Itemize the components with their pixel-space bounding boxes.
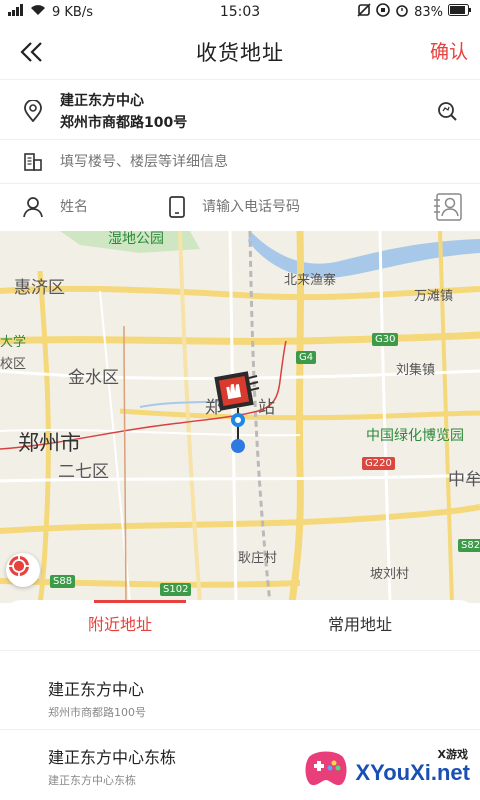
list-item[interactable]: 建正东方中心 郑州市商都路100号 (0, 662, 480, 730)
tabs: 附近地址 常用地址 (0, 600, 480, 650)
map-label-daxue: 大学 (0, 335, 27, 350)
pin-marker-icon (214, 371, 260, 453)
map-label-huiji: 惠济区 (14, 278, 65, 298)
search-icon (438, 102, 457, 121)
road-sign-g30: G30 (372, 333, 399, 346)
status-time: 15:03 (219, 4, 261, 20)
contact-row (0, 184, 480, 230)
status-right: 83% (302, 3, 472, 21)
lock-rotation-icon (376, 3, 390, 21)
locate-button[interactable] (6, 553, 40, 587)
map-label-genzhuang: 耿庄村 (238, 551, 278, 566)
road-sign-g4: G4 (296, 351, 317, 364)
tab-frequent[interactable]: 常用地址 (240, 600, 480, 650)
road-sign-g220: G220 (362, 457, 395, 470)
contact-book-icon (434, 193, 462, 221)
map-label-erqi: 二七区 (58, 462, 109, 482)
search-location-button[interactable] (436, 100, 458, 122)
road-sign-s82: S82 (458, 539, 480, 552)
nav-bar: 收货地址 确认 (0, 24, 480, 80)
address-street: 郑州市商都路100号 (60, 114, 188, 131)
road-sign-s102: S102 (160, 583, 192, 596)
person-icon (22, 196, 44, 218)
watermark: X游戏 XYouXi.net (298, 740, 480, 798)
detail-row (0, 140, 480, 184)
map-label-peilu: 坡刘村 (370, 567, 410, 582)
location-pin-icon (22, 99, 44, 122)
network-speed: 9 KB/s (52, 4, 93, 20)
address-name: 建正东方中心 (60, 92, 144, 109)
wifi-icon (30, 4, 46, 20)
map-label-liuji: 刘集镇 (396, 363, 436, 378)
building-icon (22, 151, 44, 173)
map-label-zhongmou: 中牟 (448, 470, 480, 490)
status-bar: 9 KB/s 15:03 83% (0, 0, 480, 24)
detail-input[interactable] (60, 153, 440, 170)
phone-icon (168, 196, 186, 218)
battery-percent: 83% (414, 4, 443, 20)
gamepad-logo-icon (305, 751, 347, 786)
page-title: 收货地址 (196, 40, 284, 65)
status-left: 9 KB/s (8, 4, 178, 20)
map-view[interactable]: 湿地公园 惠济区 北来渔寨 万滩镇 大学 校区 金水区 刘集镇 郑 站 中国绿化… (0, 231, 480, 603)
map-label-museum: 中国绿化博览园 (366, 428, 464, 444)
result-subtitle: 建正东方中心东栋 (48, 774, 136, 787)
road-sign-s88: S88 (50, 575, 76, 588)
result-title: 建正东方中心 (48, 680, 145, 699)
screen: 9 KB/s 15:03 83% 收货地址 确认 建正东方中心 郑州市商都路10… (0, 0, 480, 800)
tab-divider (0, 650, 480, 651)
result-title: 建正东方中心东栋 (48, 748, 177, 767)
map-label-beilai: 北来渔寨 (284, 273, 337, 288)
map-label-park: 湿地公园 (108, 231, 164, 247)
mute-icon (357, 3, 371, 21)
map-label-jinshui: 金水区 (68, 368, 119, 388)
map-label-zhengzhou: 郑州市 (18, 431, 81, 455)
map-label-jiaoqu: 校区 (0, 357, 27, 372)
watermark-big-text: XYouXi.net (355, 760, 471, 785)
tab-nearby[interactable]: 附近地址 (0, 600, 240, 650)
signal-icon (8, 4, 24, 20)
crosshair-icon (8, 555, 30, 577)
back-button[interactable] (16, 36, 50, 68)
name-input[interactable] (60, 199, 150, 215)
contacts-button[interactable] (432, 192, 464, 222)
alarm-icon (395, 3, 409, 21)
address-text: 建正东方中心 郑州市商都路100号 (60, 90, 187, 132)
battery-icon (448, 4, 472, 20)
phone-input[interactable] (202, 199, 382, 215)
confirm-button[interactable]: 确认 (430, 37, 468, 64)
back-chevron-icon (20, 42, 42, 62)
address-row[interactable]: 建正东方中心 郑州市商都路100号 (0, 82, 480, 140)
map-label-wanshan: 万滩镇 (414, 289, 454, 304)
result-subtitle: 郑州市商都路100号 (48, 706, 146, 719)
